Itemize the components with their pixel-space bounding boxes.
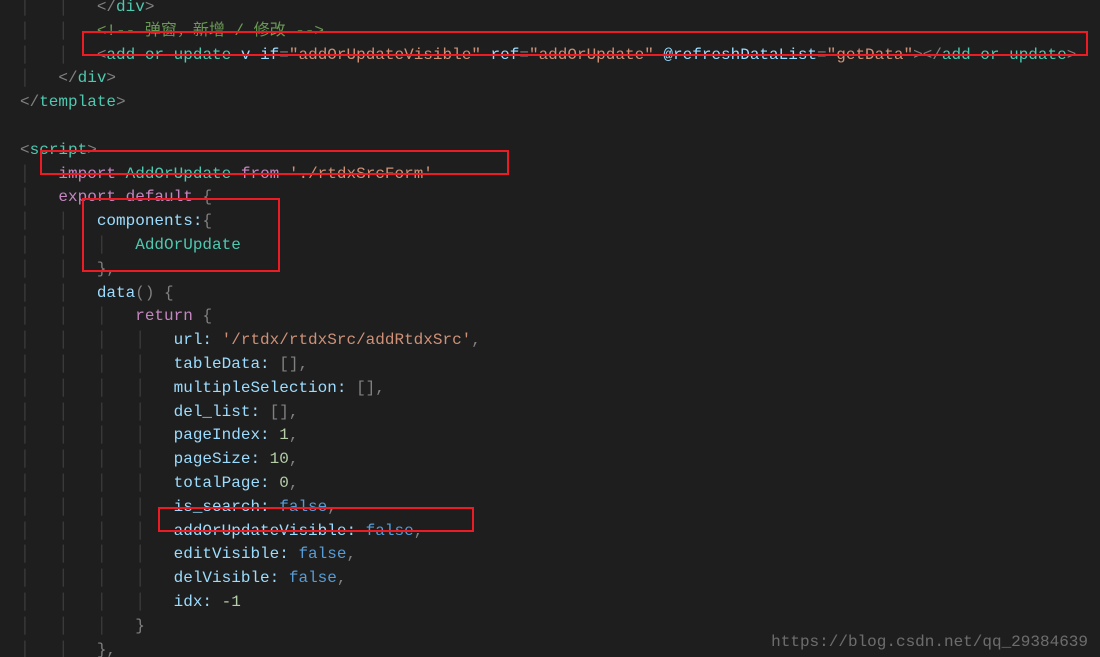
watermark-text: https://blog.csdn.net/qq_29384639 bbox=[771, 633, 1088, 651]
code-content: │ │ </div> │ │ <!-- 弹窗，新增 / 修改 --> │ │ <… bbox=[20, 0, 1076, 657]
code-comment: <!-- 弹窗，新增 / 修改 --> bbox=[97, 22, 324, 40]
code-editor[interactable]: │ │ </div> │ │ <!-- 弹窗，新增 / 修改 --> │ │ <… bbox=[0, 0, 1100, 657]
